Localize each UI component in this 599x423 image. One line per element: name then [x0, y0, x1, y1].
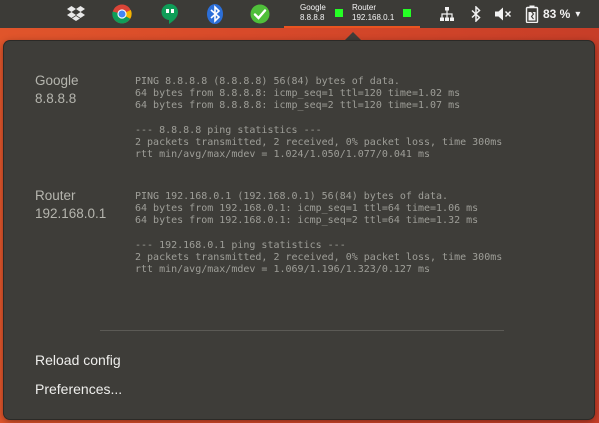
host-address: 8.8.8.8: [35, 91, 77, 106]
host-name: Router: [35, 188, 76, 203]
ping-host-name: Google: [300, 3, 326, 12]
ping-indicator[interactable]: Google 8.8.8.8 Router 192.168.0.1: [284, 0, 420, 28]
ping-host-address: 8.8.8.8: [300, 13, 325, 22]
ping-host-name: Router: [352, 3, 377, 12]
ping-host-router: Router 192.168.0.1: [352, 3, 394, 23]
reload-config-menu-item[interactable]: Reload config: [35, 352, 121, 368]
network-icon[interactable]: [436, 0, 458, 28]
hangouts-icon[interactable]: [158, 0, 182, 28]
bluetooth-icon[interactable]: [467, 0, 485, 28]
ping-popup-menu: Google 8.8.8.8 PING 8.8.8.8 (8.8.8.8) 56…: [4, 41, 594, 419]
bluetooth-app-icon[interactable]: [203, 0, 227, 28]
battery-percent[interactable]: 83 % ▾: [543, 0, 580, 28]
volume-muted-icon[interactable]: [491, 0, 515, 28]
chrome-icon[interactable]: [110, 0, 134, 28]
chevron-down-icon: ▾: [575, 8, 581, 20]
host-label-google: Google 8.8.8.8: [35, 72, 79, 108]
host-label-router: Router 192.168.0.1: [35, 187, 106, 223]
active-indicator-underline: [284, 26, 420, 28]
ping-output-router: PING 192.168.0.1 (192.168.0.1) 56(84) by…: [135, 191, 503, 276]
ping-host-google: Google 8.8.8.8: [300, 3, 326, 23]
menu-separator: [100, 330, 504, 331]
host-name: Google: [35, 73, 79, 88]
top-panel: Google 8.8.8.8 Router 192.168.0.1 83 % ▾: [0, 0, 599, 28]
battery-icon[interactable]: [522, 0, 542, 28]
checkmark-icon[interactable]: [248, 0, 272, 28]
ping-status-indicator: [335, 9, 343, 17]
dropbox-icon[interactable]: [64, 0, 88, 28]
ping-host-address: 192.168.0.1: [352, 13, 395, 22]
battery-percent-label: 83 %: [543, 7, 571, 21]
ping-output-google: PING 8.8.8.8 (8.8.8.8) 56(84) bytes of d…: [135, 76, 503, 161]
host-address: 192.168.0.1: [35, 206, 107, 221]
ping-status-indicator: [403, 9, 411, 17]
preferences-menu-item[interactable]: Preferences...: [35, 381, 122, 397]
